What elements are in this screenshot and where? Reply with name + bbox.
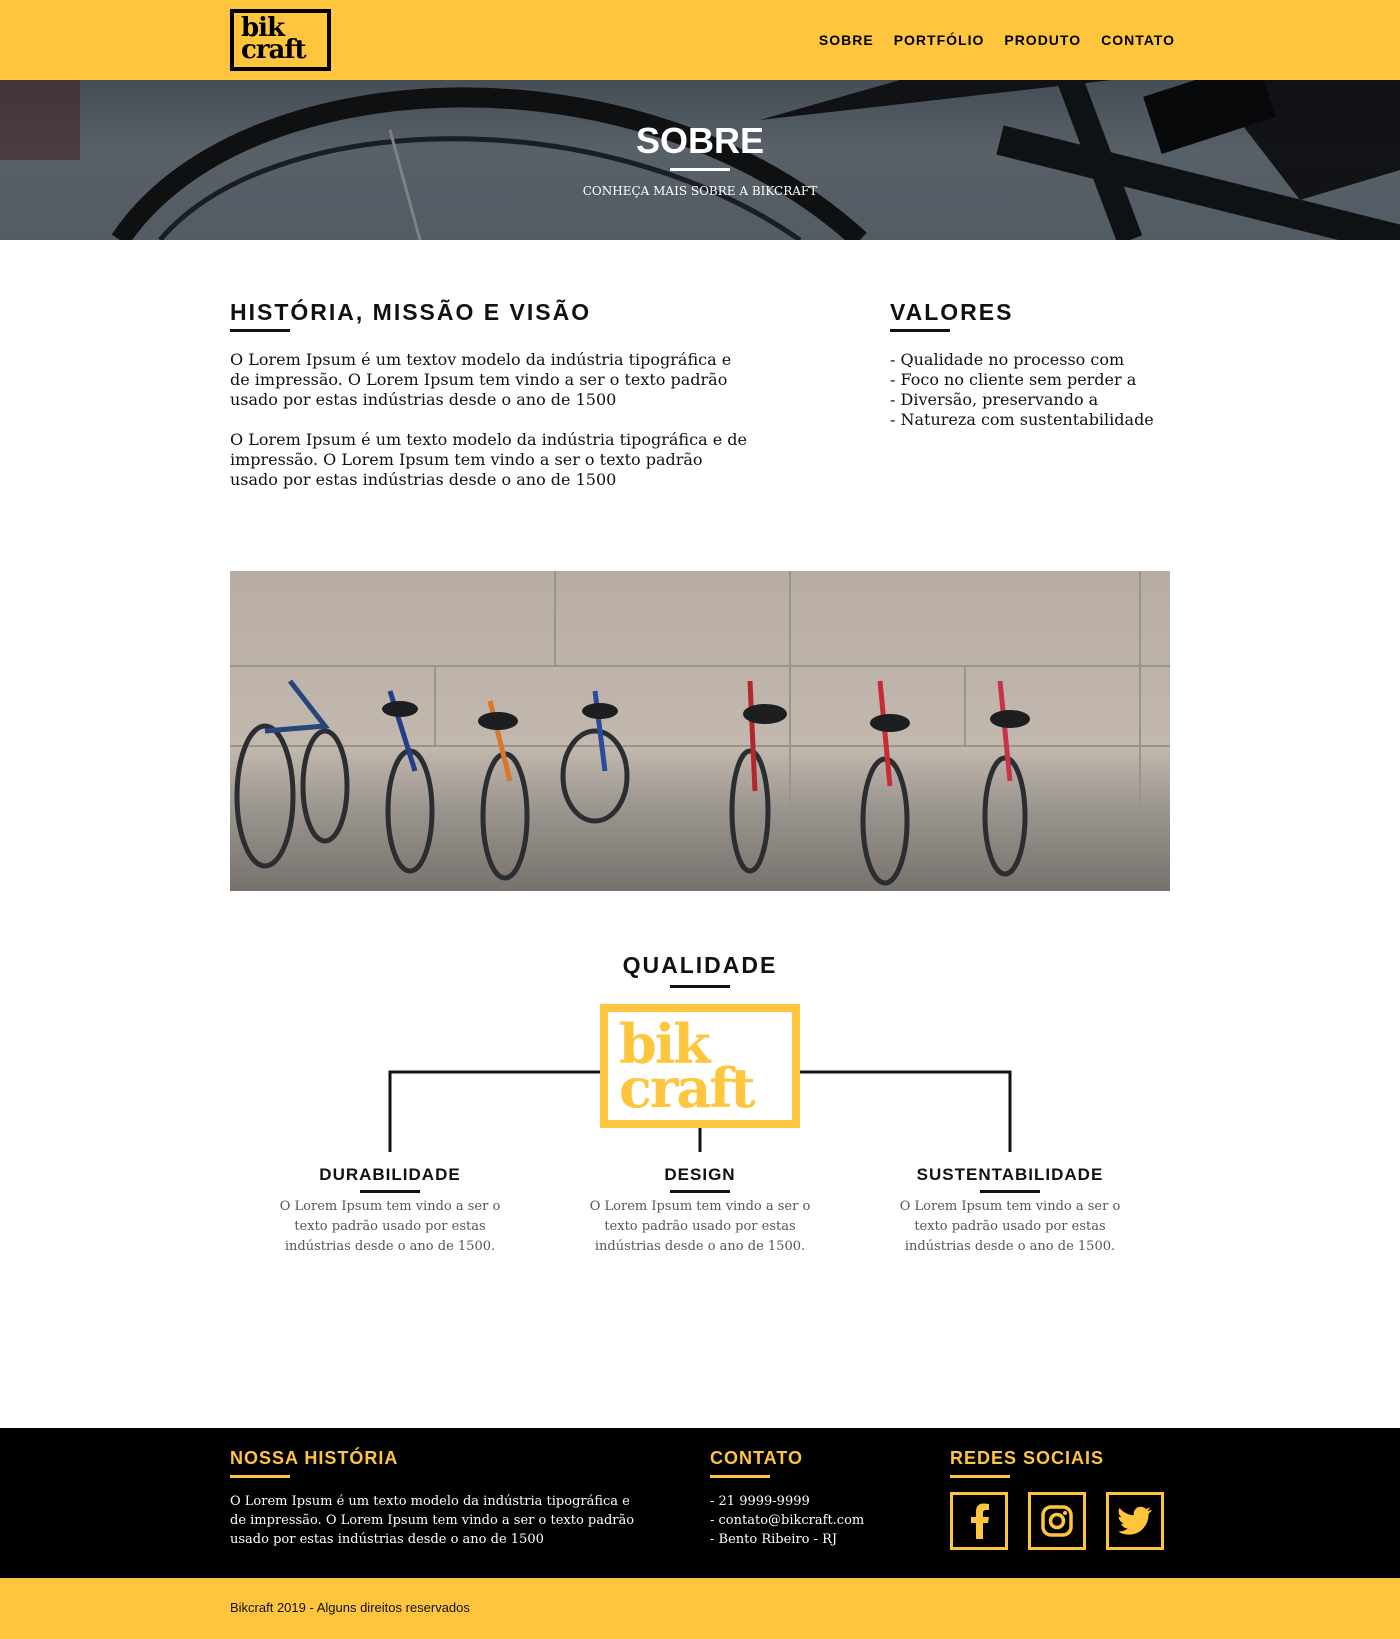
qualidade-item-durabilidade: DURABILIDADE O Lorem Ipsum tem vindo a s… [270, 1165, 510, 1257]
valores-item: - Diversão, preservando a [890, 390, 1099, 409]
valores-divider [890, 329, 950, 332]
footer-historia: NOSSA HISTÓRIA O Lorem Ipsum é um texto … [230, 1448, 650, 1549]
historia-divider [230, 329, 290, 332]
nav-contato[interactable]: CONTATO [1101, 32, 1175, 48]
nav-produto[interactable]: PRODUTO [1004, 32, 1081, 48]
logo[interactable]: bik craft [230, 9, 331, 71]
page-title: SOBRE [635, 120, 765, 161]
valores-heading: VALORES [890, 299, 1014, 325]
contact-phone[interactable]: - 21 9999-9999 [710, 1492, 910, 1511]
site-header: bik craft SOBRE PORTFÓLIO PRODUTO CONTAT… [0, 0, 1400, 80]
social-links [950, 1492, 1180, 1550]
qualidade-logo-line-2: craft [619, 1056, 755, 1120]
bicycles-photo [230, 571, 1170, 891]
footer-contato-heading: CONTATO [710, 1448, 803, 1468]
bicycles-illustration [230, 571, 1170, 886]
instagram-link[interactable] [1028, 1492, 1086, 1550]
facebook-link[interactable] [950, 1492, 1008, 1550]
qualidade-item-text: O Lorem Ipsum tem vindo a ser o texto pa… [589, 1199, 811, 1254]
valores-item: - Natureza com sustentabilidade [890, 410, 1154, 429]
footer-redes-heading: REDES SOCIAIS [950, 1448, 1105, 1468]
qualidade-item-divider [670, 1190, 730, 1193]
footer-historia-divider [230, 1475, 290, 1478]
logo-text: bik craft [241, 15, 307, 65]
instagram-icon [1041, 1505, 1073, 1537]
copyright-bar: Bikcraft 2019 - Alguns direitos reservad… [0, 1578, 1400, 1639]
qualidade-logo: bik craft [600, 1004, 800, 1128]
nav-portfolio[interactable]: PORTFÓLIO [894, 32, 985, 48]
logo-line-2: craft [241, 35, 307, 65]
qualidade-item-sustentabilidade: SUSTENTABILIDADE O Lorem Ipsum tem vindo… [890, 1165, 1130, 1257]
hero-banner: SOBRE CONHEÇA MAIS SOBRE A BIKCRAFT [0, 80, 1400, 240]
qualidade-item-divider [980, 1190, 1040, 1193]
footer-contato-list: - 21 9999-9999 - contato@bikcraft.com - … [710, 1492, 910, 1549]
nav-sobre[interactable]: SOBRE [819, 32, 874, 48]
footer-historia-heading: NOSSA HISTÓRIA [230, 1448, 399, 1468]
hero-divider [670, 168, 730, 171]
qualidade-logo-text: bik craft [619, 1017, 755, 1120]
footer-historia-text: O Lorem Ipsum é um texto modelo da indús… [230, 1494, 635, 1547]
historia-paragraph-2: O Lorem Ipsum é um texto modelo da indús… [230, 430, 747, 489]
contact-email[interactable]: - contato@bikcraft.com [710, 1511, 910, 1530]
historia-paragraph-1: O Lorem Ipsum é um textov modelo da indú… [230, 350, 732, 409]
main-nav: SOBRE PORTFÓLIO PRODUTO CONTATO [799, 32, 1175, 48]
valores-item: - Foco no cliente sem perder a [890, 370, 1137, 389]
qualidade-item-title: DESIGN [664, 1165, 736, 1184]
valores-list: - Qualidade no processo com - Foco no cl… [890, 350, 1154, 430]
qualidade-heading: QUALIDADE [622, 952, 778, 978]
qualidade-divider [670, 985, 730, 988]
twitter-link[interactable] [1106, 1492, 1164, 1550]
qualidade-item-title: DURABILIDADE [319, 1165, 461, 1184]
footer-redes-divider [950, 1475, 1010, 1478]
footer-contato: CONTATO - 21 9999-9999 - contato@bikcraf… [710, 1448, 910, 1549]
qualidade-item-divider [360, 1190, 420, 1193]
contact-address: - Bento Ribeiro - RJ [710, 1532, 838, 1547]
footer-contato-divider [710, 1475, 770, 1478]
footer-redes: REDES SOCIAIS [950, 1448, 1180, 1550]
twitter-icon [1118, 1506, 1152, 1535]
qualidade-item-text: O Lorem Ipsum tem vindo a ser o texto pa… [279, 1199, 501, 1254]
page-subtitle: CONHEÇA MAIS SOBRE A BIKCRAFT [582, 184, 818, 198]
copyright-text: Bikcraft 2019 - Alguns direitos reservad… [230, 1600, 470, 1615]
qualidade-item-text: O Lorem Ipsum tem vindo a ser o texto pa… [899, 1199, 1121, 1254]
valores-item: - Qualidade no processo com [890, 350, 1125, 369]
qualidade-item-title: SUSTENTABILIDADE [916, 1165, 1104, 1184]
historia-heading: HISTÓRIA, MISSÃO E VISÃO [230, 299, 592, 325]
facebook-icon [971, 1503, 989, 1539]
qualidade-item-design: DESIGN O Lorem Ipsum tem vindo a ser o t… [580, 1165, 820, 1257]
site-footer: NOSSA HISTÓRIA O Lorem Ipsum é um texto … [0, 1428, 1400, 1578]
